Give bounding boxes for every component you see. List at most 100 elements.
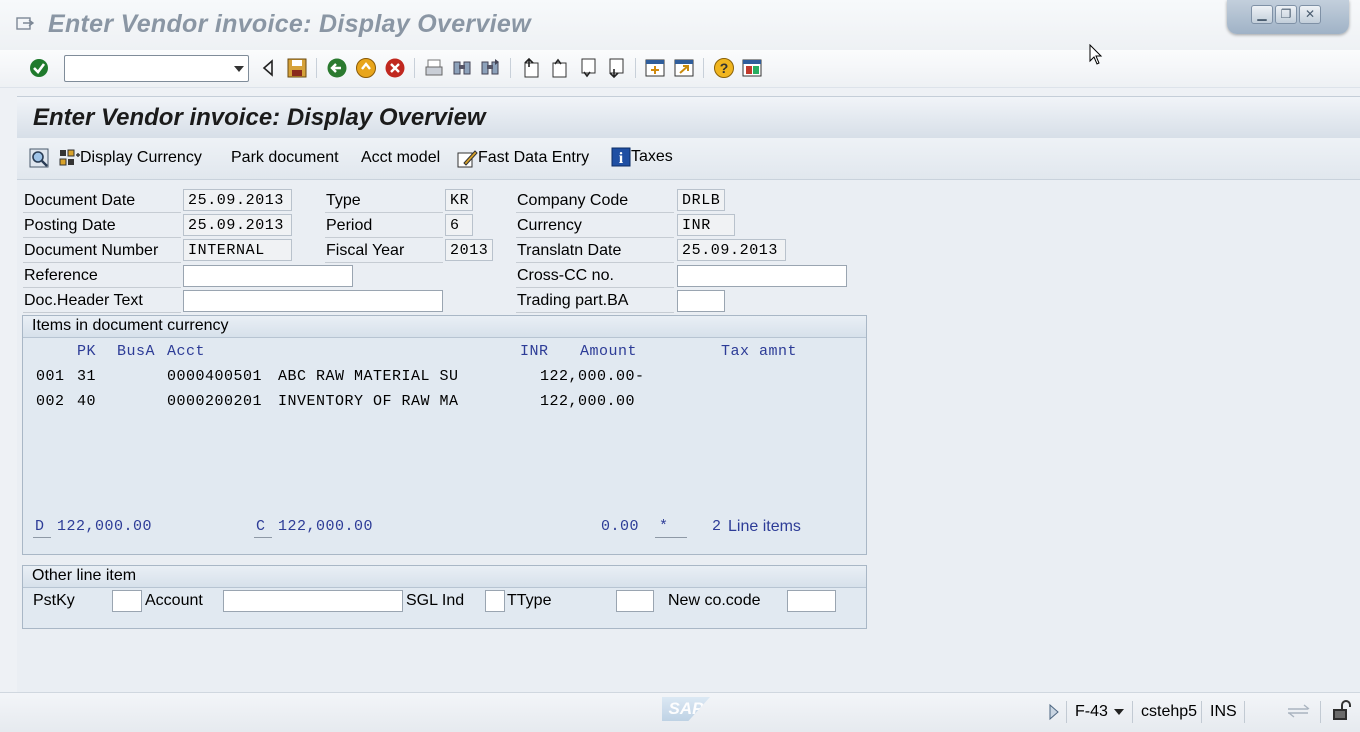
trading-part-ba-input[interactable]: [677, 290, 725, 312]
label-underline: [325, 237, 443, 238]
row-amount: 122,000.00-: [540, 368, 645, 385]
window-menu-icon[interactable]: [16, 16, 34, 32]
posting-date-field[interactable]: 25.09.2013: [183, 214, 292, 236]
new-co-code-label: New co.code: [668, 592, 761, 609]
layout-menu-icon[interactable]: [741, 57, 763, 79]
reference-input[interactable]: [183, 265, 353, 287]
chevron-down-icon[interactable]: [234, 66, 244, 72]
fast-data-entry-button[interactable]: Fast Data Entry: [456, 147, 589, 169]
lock-icon[interactable]: [1330, 699, 1352, 723]
back-green-icon[interactable]: [326, 57, 348, 79]
row-amount: 122,000.00: [540, 393, 636, 410]
toolbar-separator: [635, 58, 636, 78]
toolbar-separator: [703, 58, 704, 78]
new-session-icon[interactable]: [644, 57, 666, 79]
info-icon: i: [611, 147, 631, 167]
status-bar: SAP F-43 cstehp5 INS: [0, 692, 1360, 732]
label-underline: [23, 262, 181, 263]
next-page-icon[interactable]: [577, 57, 599, 79]
translatn-date-label: Translatn Date: [517, 242, 622, 259]
window-title-bar: Enter Vendor invoice: Display Overview ▁…: [0, 0, 1360, 50]
pstky-label: PstKy: [33, 592, 75, 609]
document-date-field[interactable]: 25.09.2013: [183, 189, 292, 211]
command-field[interactable]: [64, 55, 249, 82]
doc-header-text-input[interactable]: [183, 290, 443, 312]
col-header-currency: INR: [520, 343, 549, 360]
type-field[interactable]: KR: [445, 189, 473, 211]
toolbar-separator: [316, 58, 317, 78]
document-number-field[interactable]: INTERNAL: [183, 239, 292, 261]
back-arrow-icon[interactable]: [258, 57, 280, 79]
company-code-field[interactable]: DRLB: [677, 189, 725, 211]
sgl-ind-input[interactable]: [485, 590, 505, 612]
save-icon[interactable]: [286, 57, 308, 79]
status-separator: [1066, 701, 1067, 723]
maximize-button[interactable]: ❐: [1275, 5, 1297, 24]
row-account: 0000200201: [167, 393, 263, 410]
shortcut-icon[interactable]: [673, 57, 695, 79]
fiscal-year-field[interactable]: 2013: [445, 239, 493, 261]
find-next-icon[interactable]: [479, 57, 501, 79]
sap-logo: SAP: [662, 697, 710, 721]
screen-title: Enter Vendor invoice: Display Overview: [33, 104, 486, 131]
period-label: Period: [326, 217, 373, 234]
reference-label: Reference: [24, 267, 98, 284]
park-document-button[interactable]: Park document: [231, 149, 339, 167]
screen-header: Enter Vendor invoice: Display Overview: [17, 96, 1360, 138]
row-posting-key: 31: [77, 368, 97, 385]
account-label: Account: [145, 592, 203, 609]
chevron-down-icon[interactable]: [1114, 709, 1124, 715]
ttype-input[interactable]: [616, 590, 654, 612]
translatn-date-field[interactable]: 25.09.2013: [677, 239, 786, 261]
line-items-label: Line items: [728, 518, 801, 535]
enter-checkmark-icon[interactable]: [28, 57, 50, 79]
balance-total: 0.00: [601, 518, 640, 535]
credit-label: C: [256, 518, 266, 535]
minimize-button[interactable]: ▁: [1251, 5, 1273, 24]
svg-text:i: i: [619, 150, 624, 167]
col-header-busa: BusA: [117, 343, 156, 360]
row-account: 0000400501: [167, 368, 263, 385]
status-separator: [1201, 701, 1202, 723]
pencil-edit-icon: [457, 150, 478, 168]
document-number-label: Document Number: [24, 242, 159, 259]
currency-field[interactable]: INR: [677, 214, 735, 236]
label-underline: [516, 312, 674, 313]
toolbar-separator: [510, 58, 511, 78]
document-date-label: Document Date: [24, 192, 136, 209]
line-item-count: 2: [712, 518, 722, 535]
acct-model-button[interactable]: Acct model: [361, 149, 440, 167]
help-icon[interactable]: ?: [713, 57, 735, 79]
expand-status-icon[interactable]: [1048, 703, 1060, 721]
exit-yellow-icon[interactable]: [355, 57, 377, 79]
display-currency-button[interactable]: Display Currency: [58, 147, 202, 169]
previous-page-icon[interactable]: [548, 57, 570, 79]
sgl-ind-label: SGL Ind: [406, 592, 465, 609]
first-page-icon[interactable]: [520, 57, 542, 79]
status-separator: [1244, 701, 1245, 723]
ttype-label: TType: [507, 592, 552, 609]
account-input[interactable]: [223, 590, 403, 612]
pstky-input[interactable]: [112, 590, 142, 612]
transaction-code: F-43: [1075, 703, 1108, 720]
print-icon[interactable]: [423, 57, 445, 79]
label-underline: [516, 287, 674, 288]
new-co-code-input[interactable]: [787, 590, 836, 612]
items-group-title: Items in document currency: [23, 316, 866, 338]
col-header-acct: Acct: [167, 343, 206, 360]
last-page-icon[interactable]: [605, 57, 627, 79]
currency-label: Currency: [517, 217, 582, 234]
connection-icon: [1288, 704, 1310, 718]
taxes-button[interactable]: i Taxes: [611, 147, 673, 167]
cross-cc-no-input[interactable]: [677, 265, 847, 287]
period-field[interactable]: 6: [445, 214, 473, 236]
find-icon[interactable]: [451, 57, 473, 79]
label-underline: [516, 237, 674, 238]
display-search-icon[interactable]: [28, 147, 50, 169]
cancel-red-icon[interactable]: [384, 57, 406, 79]
label-underline: [516, 212, 674, 213]
type-label: Type: [326, 192, 361, 209]
currency-coins-icon: [59, 149, 80, 166]
underline: [33, 537, 51, 538]
close-button[interactable]: ✕: [1299, 5, 1321, 24]
